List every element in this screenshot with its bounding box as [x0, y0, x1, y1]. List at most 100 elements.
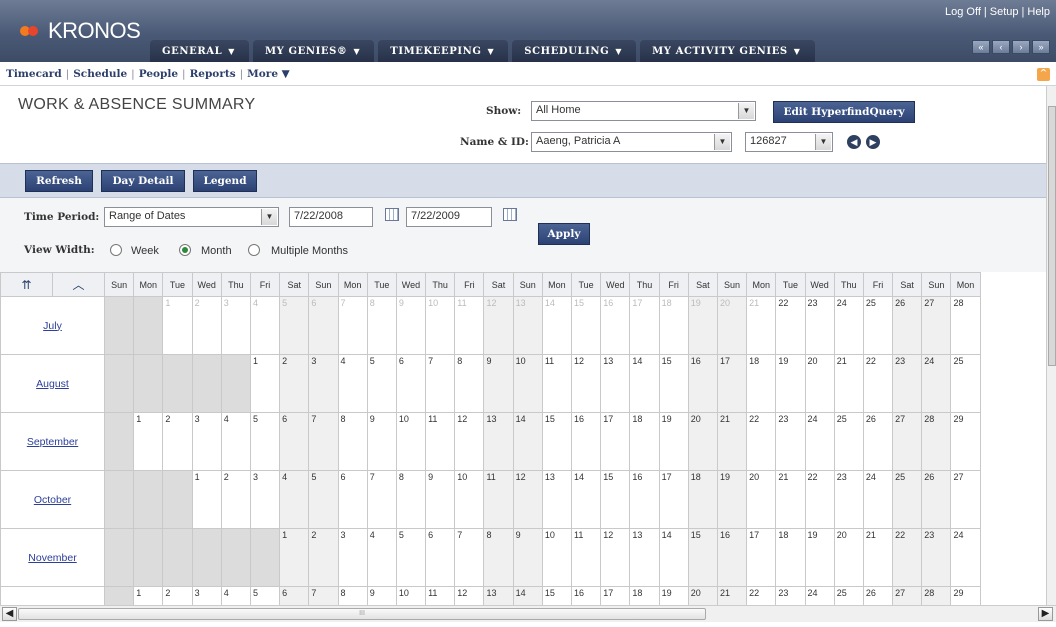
day-cell[interactable]: 7	[308, 586, 339, 605]
day-cell[interactable]: 28	[950, 296, 981, 355]
day-cell[interactable]: 24	[804, 412, 835, 471]
day-cell[interactable]: 25	[833, 586, 864, 605]
subnav-people[interactable]: People	[139, 68, 178, 80]
day-cell[interactable]: 8	[395, 470, 427, 529]
day-cell[interactable]: 19	[775, 354, 806, 413]
day-cell[interactable]: 25	[862, 296, 894, 355]
day-cell[interactable]: 18	[687, 470, 718, 529]
day-cell[interactable]: 20	[746, 470, 777, 529]
day-cell[interactable]: 4	[220, 586, 251, 605]
day-cell[interactable]: 18	[629, 412, 660, 471]
day-cell[interactable]: 6	[337, 470, 368, 529]
day-cell[interactable]: 18	[746, 354, 777, 413]
day-cell[interactable]: 2	[220, 470, 251, 529]
day-cell[interactable]: 26	[921, 470, 952, 529]
day-cell[interactable]: 21	[862, 528, 894, 587]
subnav-reports[interactable]: Reports	[190, 68, 236, 80]
legend-button[interactable]: Legend	[193, 170, 257, 192]
subnav-more[interactable]: More ▼	[247, 68, 290, 80]
scroll-thumb[interactable]: III	[18, 608, 706, 620]
day-cell[interactable]: 24	[804, 586, 835, 605]
day-cell[interactable]: 13	[483, 412, 514, 471]
day-cell[interactable]: 21	[833, 354, 864, 413]
day-cell[interactable]: 23	[892, 354, 923, 413]
day-cell[interactable]: 3	[308, 354, 339, 413]
day-cell[interactable]: 11	[425, 586, 456, 605]
day-cell[interactable]: 21	[716, 586, 748, 605]
day-cell[interactable]: 29	[950, 586, 981, 605]
day-cell[interactable]: 17	[716, 354, 748, 413]
day-cell[interactable]: 15	[541, 412, 573, 471]
day-cell[interactable]: 6	[279, 412, 310, 471]
month-link[interactable]: September	[27, 436, 78, 448]
day-cell[interactable]: 13	[483, 586, 514, 605]
day-cell[interactable]: 17	[600, 586, 631, 605]
day-cell[interactable]: 12	[454, 412, 485, 471]
day-cell[interactable]: 12	[454, 586, 485, 605]
day-cell[interactable]: 3	[220, 296, 251, 355]
day-cell[interactable]: 26	[862, 586, 894, 605]
multiple-months-radio[interactable]	[248, 244, 260, 256]
menu-scheduling[interactable]: SCHEDULING ▼	[512, 40, 637, 62]
day-cell[interactable]: 15	[600, 470, 631, 529]
day-cell[interactable]: 19	[658, 586, 689, 605]
day-cell[interactable]: 4	[337, 354, 368, 413]
day-cell[interactable]: 3	[337, 528, 368, 587]
day-cell[interactable]: 10	[512, 354, 543, 413]
day-cell[interactable]: 2	[162, 412, 193, 471]
day-cell[interactable]: 10	[395, 586, 427, 605]
day-cell[interactable]: 22	[862, 354, 894, 413]
day-cell[interactable]: 16	[687, 354, 718, 413]
day-cell[interactable]: 11	[541, 354, 573, 413]
day-detail-button[interactable]: Day Detail	[101, 170, 185, 192]
calendar-icon[interactable]	[385, 208, 399, 221]
day-cell[interactable]: 14	[658, 528, 689, 587]
collapse-icon[interactable]: ^	[1037, 68, 1050, 81]
previous-employee-icon[interactable]: ◀	[847, 135, 861, 149]
scroll-top-icon[interactable]: ⇈	[0, 272, 53, 297]
day-cell[interactable]: 1	[133, 412, 164, 471]
day-cell[interactable]: 7	[308, 412, 339, 471]
day-cell[interactable]: 5	[395, 528, 427, 587]
day-cell[interactable]: 20	[687, 586, 718, 605]
day-cell[interactable]: 21	[746, 296, 777, 355]
end-date-input[interactable]: 7/22/2009	[406, 207, 492, 227]
month-link[interactable]: July	[43, 320, 62, 332]
day-cell[interactable]: 22	[804, 470, 835, 529]
day-cell[interactable]: 4	[279, 470, 310, 529]
day-cell[interactable]: 23	[775, 586, 806, 605]
day-cell[interactable]: 1	[162, 296, 193, 355]
day-cell[interactable]: 16	[600, 296, 631, 355]
day-cell[interactable]: 9	[395, 296, 427, 355]
day-cell[interactable]: 16	[629, 470, 660, 529]
day-cell[interactable]: 15	[541, 586, 573, 605]
day-cell[interactable]: 17	[600, 412, 631, 471]
day-cell[interactable]: 9	[366, 412, 397, 471]
day-cell[interactable]: 18	[658, 296, 689, 355]
day-cell[interactable]: 5	[279, 296, 310, 355]
help-link[interactable]: Help	[1027, 6, 1050, 18]
day-cell[interactable]: 9	[425, 470, 456, 529]
subnav-schedule[interactable]: Schedule	[73, 68, 127, 80]
id-select[interactable]: 126827 ▼	[745, 132, 833, 152]
day-cell[interactable]: 14	[629, 354, 660, 413]
day-cell[interactable]: 10	[425, 296, 456, 355]
day-cell[interactable]: 20	[687, 412, 718, 471]
day-cell[interactable]: 21	[775, 470, 806, 529]
day-cell[interactable]: 14	[570, 470, 602, 529]
day-cell[interactable]: 15	[687, 528, 718, 587]
day-cell[interactable]: 20	[716, 296, 748, 355]
day-cell[interactable]: 16	[570, 412, 602, 471]
month-radio[interactable]	[179, 244, 191, 256]
last-page-icon[interactable]: »	[1032, 40, 1050, 54]
start-date-input[interactable]: 7/22/2008	[289, 207, 373, 227]
menu-timekeeping[interactable]: TIMEKEEPING ▼	[378, 40, 509, 62]
day-cell[interactable]: 6	[425, 528, 456, 587]
day-cell[interactable]: 2	[191, 296, 222, 355]
day-cell[interactable]: 7	[425, 354, 456, 413]
day-cell[interactable]: 11	[570, 528, 602, 587]
day-cell[interactable]: 8	[366, 296, 397, 355]
day-cell[interactable]: 7	[454, 528, 485, 587]
next-page-icon[interactable]: ›	[1012, 40, 1030, 54]
refresh-button[interactable]: Refresh	[25, 170, 93, 192]
